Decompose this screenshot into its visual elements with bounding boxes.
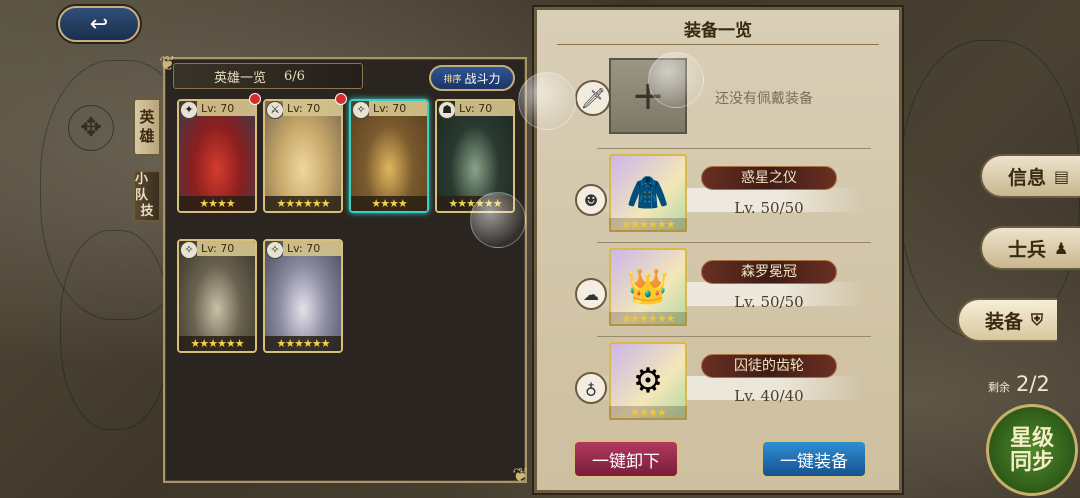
bubble-effect xyxy=(470,192,526,248)
hero-stars: ★★★★★★ xyxy=(265,196,341,211)
hero-card[interactable]: ✧ Lv: 70 ★★★★★★ xyxy=(177,239,257,353)
no-equipment-text: 还没有佩戴装备 xyxy=(715,91,813,107)
remaining-label: 剩余 xyxy=(988,381,1010,394)
back-button[interactable]: ↩ xyxy=(58,6,140,42)
hero-list-title: 英雄一览 xyxy=(214,70,267,86)
hero-stars: ★★★★ xyxy=(351,196,427,211)
star-sync-line2: 同步 xyxy=(1009,449,1054,475)
hero-class-icon: ⚔ xyxy=(266,101,284,119)
equipment-name: 森罗冕冠 xyxy=(701,260,837,284)
corner-flourish-icon: ❦ xyxy=(512,463,529,487)
hero-count: 6/6 xyxy=(284,68,305,84)
hero-list-panel: 英雄一览 6/6 排序 战斗力 ✦ Lv: 70 ★★★★ ⚔ Lv: 70 ★★★★★★… xyxy=(159,51,529,487)
side-menu-button[interactable]: 信息 ▤ xyxy=(980,154,1080,198)
hero-level: Lv: 70 xyxy=(283,101,341,116)
equip-all-button[interactable]: 一键装备 xyxy=(761,440,867,478)
star-sync-line1: 星级 xyxy=(1009,424,1054,451)
equipment-name: 囚徒的齿轮 xyxy=(701,354,837,378)
sword-icon: 🗡 xyxy=(580,86,606,110)
side-menu-label: 信息 xyxy=(1008,166,1047,189)
hero-class-icon: ✧ xyxy=(180,241,198,259)
equipment-stars: ★★★★★★ xyxy=(609,312,687,326)
hero-class-icon: ✧ xyxy=(352,101,370,119)
back-arrow-icon: ↩ xyxy=(89,11,109,37)
hero-class-icon: ✦ xyxy=(180,101,198,119)
notification-dot-icon xyxy=(335,93,347,105)
bubble-effect xyxy=(518,72,576,130)
title-divider xyxy=(557,44,879,45)
side-menu-icon: ⛨ xyxy=(1031,310,1044,329)
hero-level: Lv: 70 xyxy=(455,101,513,116)
hero-stars: ★★★★★★ xyxy=(179,336,255,351)
compass-rose-icon: ✥ xyxy=(68,105,114,151)
remaining-counter: 剩余 2/2 xyxy=(988,372,1050,396)
side-menu-label: 装备 xyxy=(985,310,1024,333)
side-menu-button[interactable]: 装备 ⛨ xyxy=(957,298,1057,342)
equipment-row[interactable]: ♁ ⚙ ★★★★ 囚徒的齿轮 Lv. 40/40 xyxy=(537,336,899,430)
tab-squad-label-top: 小队 xyxy=(135,171,149,203)
hero-card[interactable]: ✧ Lv: 70 ★★★★ xyxy=(349,99,429,213)
equipment-stars: ★★★★ xyxy=(609,406,687,420)
corner-flourish-icon: ❦ xyxy=(159,51,176,75)
row-divider xyxy=(597,148,871,149)
sort-button[interactable]: 排序 战斗力 xyxy=(429,65,515,91)
equipment-row[interactable]: ☻ 🧥 ★★★★★★ 惑星之仪 Lv. 50/50 xyxy=(537,148,899,242)
equipment-name: 惑星之仪 xyxy=(701,166,837,190)
star-sync-button[interactable]: 星级 同步 xyxy=(986,404,1078,496)
hero-list-header: 英雄一览 6/6 xyxy=(173,63,363,89)
tab-heroes-label-bottom: 雄 xyxy=(139,127,155,145)
tab-squad-label-bottom: 技 xyxy=(140,204,154,220)
tab-heroes[interactable]: 英 雄 xyxy=(133,98,161,156)
row-divider xyxy=(597,242,871,243)
tab-heroes-label-top: 英 xyxy=(139,108,155,127)
side-menu-icon: ♟ xyxy=(1054,238,1069,258)
equipment-slot-icon: ☻ xyxy=(575,184,607,216)
hero-card[interactable]: ✦ Lv: 70 ★★★★ xyxy=(177,99,257,213)
equipment-stars: ★★★★★★ xyxy=(609,218,687,232)
hero-level: Lv: 70 xyxy=(369,101,427,116)
sort-label: 战斗力 xyxy=(464,71,501,86)
equipment-level: Lv. 50/50 xyxy=(734,293,804,311)
side-menu-icon: ▤ xyxy=(1054,166,1070,186)
row-divider xyxy=(597,336,871,337)
weapon-slot-icon: 🗡 xyxy=(575,80,611,116)
hero-stars: ★★★★★★ xyxy=(265,336,341,351)
hero-level: Lv: 70 xyxy=(197,101,255,116)
hero-level: Lv: 70 xyxy=(283,241,341,256)
equipment-level: Lv. 40/40 xyxy=(734,387,804,405)
equipment-row[interactable]: ☁ 👑 ★★★★★★ 森罗冕冠 Lv. 50/50 xyxy=(537,242,899,336)
equipment-title: 装备一览 xyxy=(684,21,752,41)
hero-level: Lv: 70 xyxy=(197,241,255,256)
hero-class-icon: ☗ xyxy=(438,101,456,119)
unequip-all-button[interactable]: 一键卸下 xyxy=(573,440,679,478)
hero-stars: ★★★★ xyxy=(179,196,255,211)
equipment-level: Lv. 50/50 xyxy=(734,199,804,217)
map-coastline xyxy=(60,230,170,430)
remaining-value: 2/2 xyxy=(1016,372,1050,396)
bubble-effect xyxy=(648,52,704,108)
hero-card[interactable]: ⚔ Lv: 70 ★★★★★★ xyxy=(263,99,343,213)
tab-squad-skills[interactable]: 小队 技 xyxy=(133,170,161,222)
equipment-slot-icon: ♁ xyxy=(575,372,607,404)
hero-card[interactable]: ✧ Lv: 70 ★★★★★★ xyxy=(263,239,343,353)
sort-prefix: 排序 xyxy=(443,74,462,85)
equipment-slot-icon: ☁ xyxy=(575,278,607,310)
side-menu-label: 士兵 xyxy=(1008,238,1047,261)
side-menu-button[interactable]: 士兵 ♟ xyxy=(980,226,1080,270)
notification-dot-icon xyxy=(249,93,261,105)
equipment-panel: 装备一览 🗡 + 还没有佩戴装备 ☻ 🧥 ★★★★★★ 惑星之仪 Lv. 50/50 ☁ 👑… xyxy=(534,7,902,493)
hero-class-icon: ✧ xyxy=(266,241,284,259)
